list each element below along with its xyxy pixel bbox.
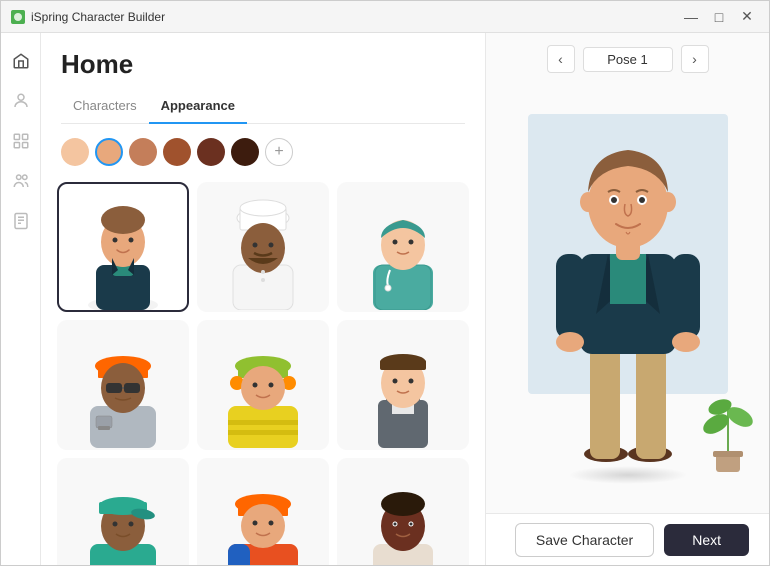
character-card-4[interactable] bbox=[57, 320, 189, 450]
next-button[interactable]: Next bbox=[664, 524, 749, 556]
pose-next-button[interactable]: › bbox=[681, 45, 709, 73]
character-card-8[interactable] bbox=[197, 458, 329, 565]
bottom-bar: Save Character Next bbox=[486, 513, 769, 565]
panel-header: Home Characters Appearance bbox=[41, 33, 485, 124]
main-layout: Home Characters Appearance + bbox=[1, 33, 769, 565]
pose-label: Pose 1 bbox=[583, 47, 673, 72]
character-card-9[interactable] bbox=[337, 458, 469, 565]
preview-background bbox=[498, 114, 758, 484]
close-button[interactable]: ✕ bbox=[735, 5, 759, 29]
sidebar-item-book[interactable] bbox=[5, 205, 37, 237]
app-icon bbox=[11, 10, 25, 24]
character-card-3[interactable] bbox=[337, 182, 469, 312]
tab-characters[interactable]: Characters bbox=[61, 92, 149, 123]
character-card-6[interactable] bbox=[337, 320, 469, 450]
pose-nav: ‹ Pose 1 › bbox=[486, 33, 769, 85]
pose-prev-button[interactable]: ‹ bbox=[547, 45, 575, 73]
sidebar bbox=[1, 33, 41, 565]
swatch-6[interactable] bbox=[231, 138, 259, 166]
sidebar-item-layers[interactable] bbox=[5, 125, 37, 157]
tab-appearance[interactable]: Appearance bbox=[149, 92, 247, 123]
save-character-button[interactable]: Save Character bbox=[515, 523, 654, 557]
minimize-button[interactable]: — bbox=[679, 5, 703, 29]
app-window: iSpring Character Builder — □ ✕ bbox=[0, 0, 770, 566]
add-swatch-button[interactable]: + bbox=[265, 138, 293, 166]
color-swatches: + bbox=[41, 124, 485, 176]
character-card-1[interactable] bbox=[57, 182, 189, 312]
sidebar-item-group[interactable] bbox=[5, 165, 37, 197]
sidebar-item-person[interactable] bbox=[5, 85, 37, 117]
maximize-button[interactable]: □ bbox=[707, 5, 731, 29]
character-card-7[interactable] bbox=[57, 458, 189, 565]
app-title: iSpring Character Builder bbox=[31, 10, 165, 24]
character-full-body bbox=[528, 114, 728, 474]
tabs: Characters Appearance bbox=[61, 92, 465, 124]
swatch-2[interactable] bbox=[95, 138, 123, 166]
page-title: Home bbox=[61, 49, 465, 80]
swatch-3[interactable] bbox=[129, 138, 157, 166]
left-panel: Home Characters Appearance + bbox=[41, 33, 486, 565]
character-grid bbox=[57, 182, 469, 565]
titlebar-controls: — □ ✕ bbox=[679, 5, 759, 29]
swatch-5[interactable] bbox=[197, 138, 225, 166]
titlebar-left: iSpring Character Builder bbox=[11, 10, 165, 24]
character-card-2[interactable] bbox=[197, 182, 329, 312]
character-preview bbox=[486, 85, 769, 513]
swatch-1[interactable] bbox=[61, 138, 89, 166]
titlebar: iSpring Character Builder — □ ✕ bbox=[1, 1, 769, 33]
sidebar-item-home[interactable] bbox=[5, 45, 37, 77]
swatch-4[interactable] bbox=[163, 138, 191, 166]
right-panel: ‹ Pose 1 › bbox=[486, 33, 769, 565]
character-grid-container bbox=[41, 176, 485, 565]
character-card-5[interactable] bbox=[197, 320, 329, 450]
